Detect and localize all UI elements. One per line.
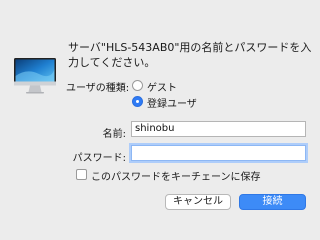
user-type-label: ユーザの種類: <box>66 83 130 94</box>
connect-button[interactable]: 接続 <box>239 194 306 210</box>
connect-dialog: サーバ"HLS-543AB0"用の名前とパスワードを入力してください。 ユーザの… <box>0 0 320 240</box>
name-label: 名前: <box>102 129 126 140</box>
password-field[interactable] <box>131 145 306 161</box>
guest-radio[interactable] <box>132 80 143 91</box>
imac-icon <box>14 58 56 94</box>
registered-user-radio[interactable] <box>132 96 143 107</box>
dialog-message: サーバ"HLS-543AB0"用の名前とパスワードを入力してください。 <box>68 41 312 69</box>
name-field[interactable]: shinobu <box>131 121 306 137</box>
keychain-checkbox-label[interactable]: このパスワードをキーチェーンに保存 <box>91 168 261 183</box>
keychain-checkbox[interactable] <box>76 169 87 180</box>
password-label: パスワード: <box>72 153 126 164</box>
registered-user-radio-label[interactable]: 登録ユーザ <box>147 95 197 110</box>
guest-radio-label[interactable]: ゲスト <box>147 79 177 94</box>
cancel-button[interactable]: キャンセル <box>165 194 231 210</box>
